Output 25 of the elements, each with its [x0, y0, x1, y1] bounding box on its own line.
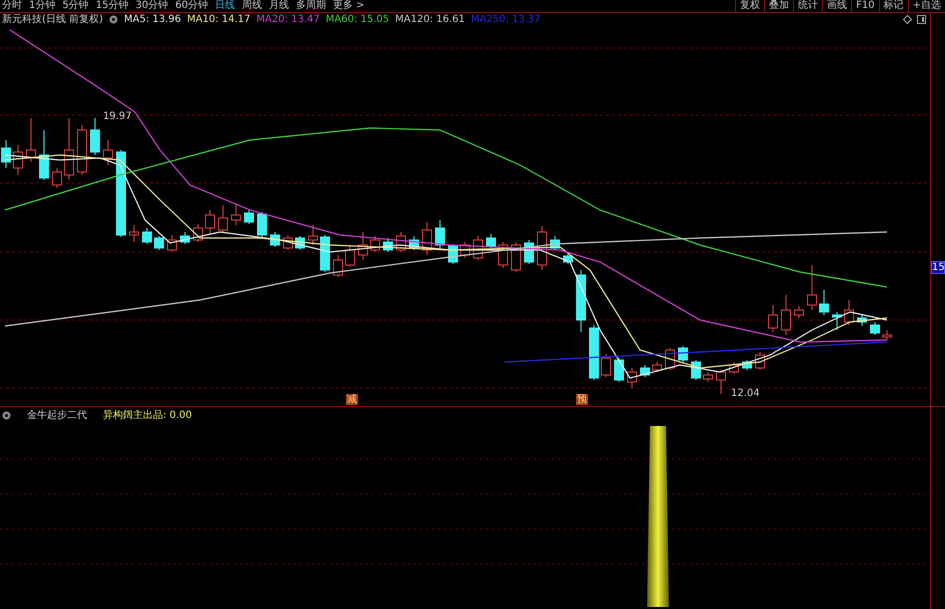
axis-price-label: 15	[931, 261, 945, 274]
chart-title: 新元科技(日线 前复权)	[2, 13, 103, 26]
indicator-name: 金牛起步二代	[27, 408, 87, 422]
price-label: 19.97	[103, 111, 132, 122]
price-label: 12.04	[731, 388, 760, 399]
period-tab[interactable]: 1分钟	[29, 0, 56, 12]
moving-average-value: MA120: 16.61	[395, 13, 465, 26]
period-tab[interactable]: 更多 >	[332, 0, 365, 12]
indicator-value: 异构阔主出品: 0.00	[103, 408, 192, 422]
moving-average-value: MA5: 13.96	[124, 13, 181, 26]
period-tab[interactable]: 多周期	[296, 0, 326, 12]
period-tab[interactable]: 60分钟	[175, 0, 208, 12]
period-tab[interactable]: 周线	[242, 0, 262, 12]
signal-marker: 预	[576, 394, 588, 405]
moving-average-value: MA60: 15.05	[326, 13, 390, 26]
signal-marker: 减	[346, 394, 358, 405]
period-tab[interactable]: 分时	[2, 0, 22, 12]
period-tab[interactable]: 日线	[214, 0, 235, 12]
period-tab[interactable]: 5分钟	[62, 0, 89, 12]
period-tab[interactable]: 15分钟	[96, 0, 128, 12]
period-tab[interactable]: 30分钟	[135, 0, 168, 12]
moving-average-value: MA10: 14.17	[187, 13, 250, 26]
moving-average-value: MA250: 13.37	[470, 13, 541, 26]
period-tab[interactable]: 月线	[268, 0, 289, 12]
moving-average-value: MA20: 13.47	[256, 13, 320, 26]
